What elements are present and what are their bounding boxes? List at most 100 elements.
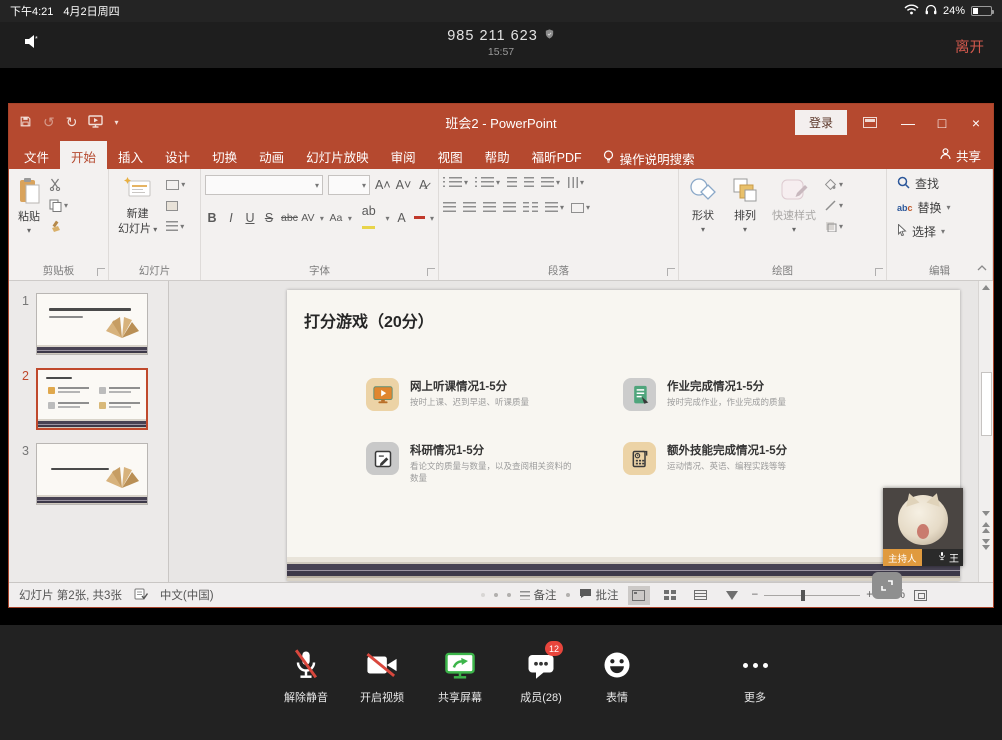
normal-view-button[interactable] [628,586,650,605]
shape-effects-icon[interactable]: ▾ [825,219,843,234]
share-button[interactable]: 共享 [940,141,981,169]
start-slideshow-icon[interactable] [88,115,103,131]
align-text-icon[interactable]: ▾ [545,200,564,215]
vertical-scrollbar[interactable] [978,281,993,582]
text-direction-icon[interactable]: ▾ [567,175,584,190]
slide-layout-icon[interactable]: ▾ [166,177,185,192]
align-right-icon[interactable] [483,200,496,215]
justify-icon[interactable] [503,200,516,215]
slide-item-research[interactable]: 科研情况1-5分 看论文的质量与数量，以及查阅相关资料的数量 [366,442,618,485]
tab-help[interactable]: 帮助 [474,141,521,169]
zoom-out-button[interactable]: − [752,589,759,601]
paste-button[interactable]: 粘贴 ▾ [13,175,45,262]
slide-title[interactable]: 打分游戏（20分） [304,308,434,332]
maximize-button[interactable]: □ [925,104,959,141]
reading-view-button[interactable] [690,586,712,605]
font-name-combo[interactable]: ▾ [205,175,323,195]
tab-transitions[interactable]: 切换 [201,141,248,169]
collapse-ribbon-icon[interactable] [977,258,987,276]
align-left-icon[interactable] [443,200,456,215]
login-button[interactable]: 登录 [795,110,847,135]
zoom-slider[interactable] [764,595,860,596]
change-case-button[interactable]: Aa [329,212,343,224]
minimize-button[interactable]: — [891,104,925,141]
increase-indent-icon[interactable] [524,175,534,190]
ribbon-display-options-icon[interactable] [863,117,877,128]
slide-thumbnail-3[interactable]: 3 [9,443,168,505]
members-button[interactable]: 12 成员(28) [503,649,579,705]
tab-slideshow[interactable]: 幻灯片放映 [295,141,380,169]
scroll-up-arrow[interactable] [982,285,990,290]
increase-font-icon[interactable]: A˄ [375,178,391,192]
slide-editing-canvas[interactable]: 打分游戏（20分） 网上听课情况1-5分 按时上课、迟到早退、听课质量 [169,281,978,582]
tab-insert[interactable]: 插入 [107,141,154,169]
slide-item-online-class[interactable]: 网上听课情况1-5分 按时上课、迟到早退、听课质量 [366,378,618,411]
leave-meeting-button[interactable]: 离开 [955,36,984,57]
shape-outline-icon[interactable]: ▾ [825,198,843,213]
thumbnail-preview-1[interactable] [36,293,148,355]
tab-design[interactable]: 设计 [154,141,201,169]
quick-styles-dropdown[interactable]: ▾ [792,225,796,234]
thumbnail-preview-2-selected[interactable] [36,368,148,430]
more-button[interactable]: 更多 [717,649,793,705]
slide-thumbnail-1[interactable]: 1 [9,293,168,355]
shapes-dropdown[interactable]: ▾ [701,225,705,234]
decrease-font-icon[interactable]: A˅ [396,178,412,192]
fit-slide-to-window-icon[interactable] [914,590,927,601]
copy-icon[interactable]: ▾ [49,198,68,213]
bullets-icon[interactable]: ▾ [443,175,468,190]
qat-customize-icon[interactable]: ▾ [114,118,118,127]
tab-home[interactable]: 开始 [60,141,107,169]
slide-sorter-view-button[interactable] [659,586,681,605]
highlight-button[interactable]: ab [357,204,381,232]
underline-button[interactable]: U [243,211,257,225]
slide-item-homework[interactable]: 作业完成情况1-5分 按时完成作业，作业完成的质量 [623,378,875,411]
reset-slide-icon[interactable] [166,198,185,213]
slide-thumbnail-2[interactable]: 2 [9,368,168,430]
zoom-slider-thumb[interactable] [801,590,805,601]
slideshow-view-button[interactable] [721,586,743,605]
italic-button[interactable]: I [224,211,238,225]
tell-me-search[interactable]: 操作说明搜索 [593,141,705,169]
undo-icon[interactable]: ↺ [43,114,55,131]
section-icon[interactable]: ▾ [166,219,185,234]
new-slide-button[interactable]: 新建 幻灯片 ▾ [113,175,162,262]
strikethrough-button[interactable]: S [262,211,276,225]
tab-file[interactable]: 文件 [13,141,60,169]
find-button[interactable]: 查找 [897,175,988,192]
language-indicator[interactable]: 中文(中国) [160,587,214,603]
previous-slide-button[interactable] [982,522,990,533]
clear-format-icon[interactable]: A̷ [416,178,430,192]
tab-foxit-pdf[interactable]: 福昕PDF [521,141,593,169]
align-center-icon[interactable] [463,200,476,215]
font-color-button[interactable]: A [395,211,409,225]
collapse-video-panel-button[interactable] [872,572,902,599]
current-slide[interactable]: 打分游戏（20分） 网上听课情况1-5分 按时上课、迟到早退、听课质量 [287,290,960,581]
tab-animations[interactable]: 动画 [248,141,295,169]
spellcheck-icon[interactable] [134,588,148,603]
shield-icon[interactable] [544,28,555,44]
columns-icon[interactable] [523,200,538,215]
notes-button[interactable]: 备注 [520,587,557,603]
shapes-button[interactable]: 形状 ▾ [683,175,723,262]
start-video-button[interactable]: 开启视频 [344,649,420,705]
arrange-button[interactable]: 排列 ▾ [727,175,763,262]
paste-dropdown[interactable]: ▾ [27,226,31,235]
scrollbar-thumb[interactable] [981,372,992,436]
replace-button[interactable]: abc 替换 ▾ [897,199,988,216]
unmute-button[interactable]: 解除静音 [268,649,344,705]
arrange-dropdown[interactable]: ▾ [743,225,747,234]
close-button[interactable]: × [959,104,993,141]
redo-icon[interactable]: ↻ [66,114,78,131]
char-spacing-button[interactable]: AV [301,212,315,224]
select-button[interactable]: 选择 ▾ [897,223,988,240]
shape-fill-icon[interactable]: ▾ [825,177,843,192]
scroll-down-arrow[interactable] [982,511,990,516]
cut-icon[interactable] [49,177,68,192]
shadow-button[interactable]: abc [281,212,296,224]
thumbnail-preview-3[interactable] [36,443,148,505]
participant-video-tile[interactable]: 主持人 王 [883,488,963,566]
format-painter-icon[interactable] [49,219,68,234]
numbering-icon[interactable]: ▾ [475,175,500,190]
save-icon[interactable] [19,115,32,131]
